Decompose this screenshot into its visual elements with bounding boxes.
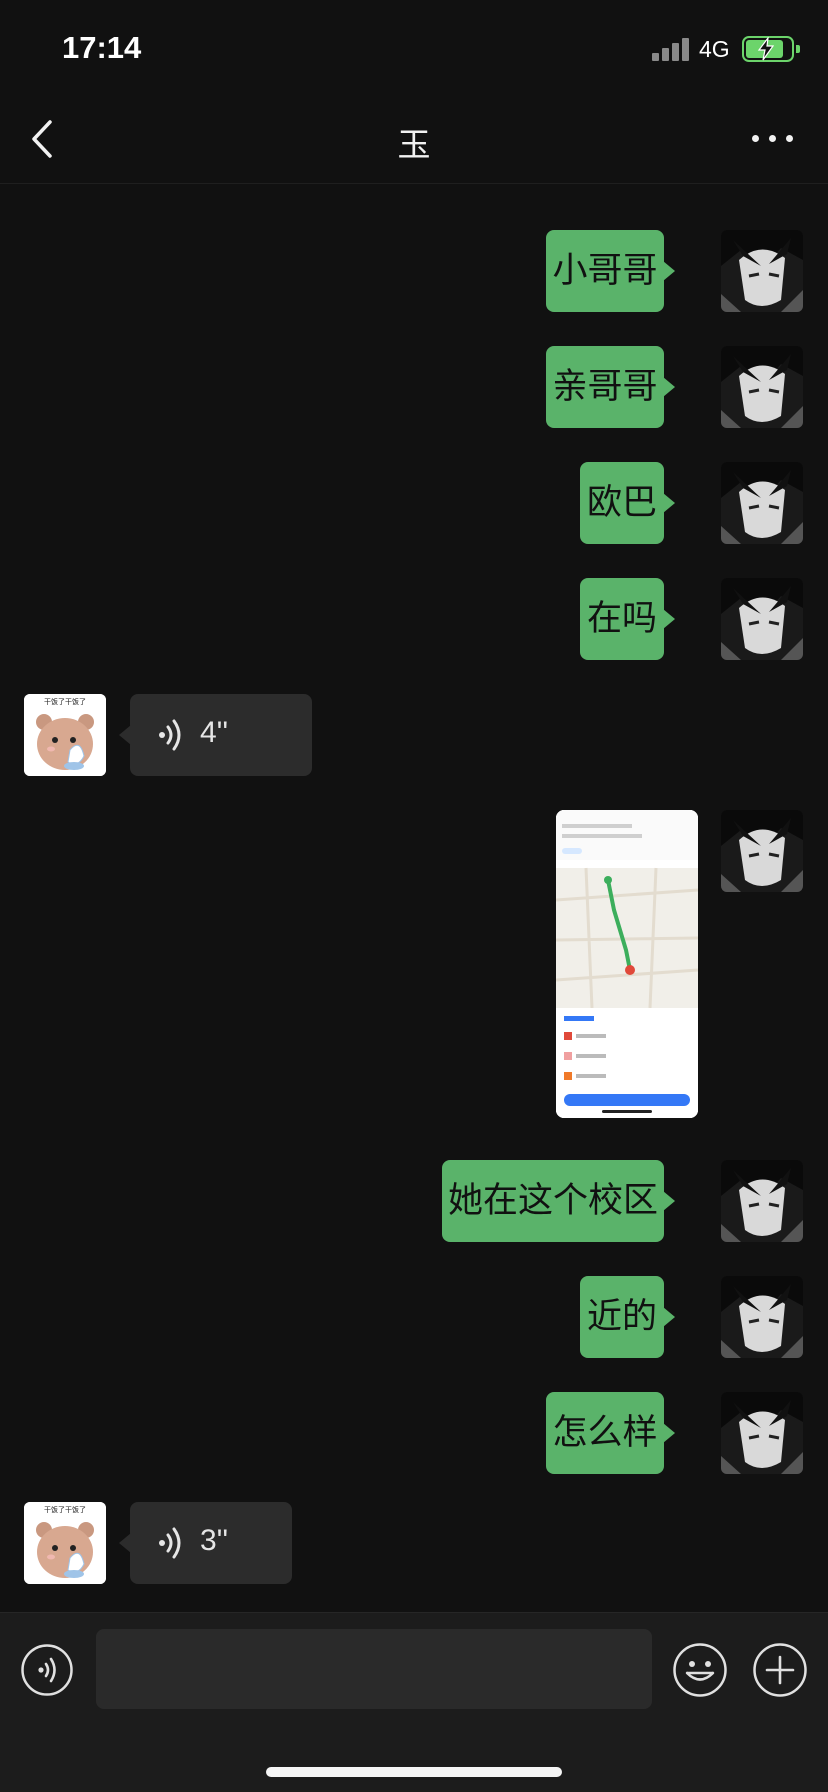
contact-avatar[interactable]: 干饭了干饭了 [24,1502,106,1584]
message-bubble[interactable]: 她在这个校区 [442,1160,675,1242]
contact-avatar[interactable]: 干饭了干饭了 [24,694,106,776]
anime-portrait-icon [721,346,803,428]
voice-toggle-button[interactable] [20,1643,74,1697]
message-bubble[interactable]: 近的 [580,1276,675,1358]
my-avatar[interactable] [721,810,803,892]
message-bubble[interactable]: 在吗 [580,578,675,660]
anime-portrait-icon [721,230,803,312]
plus-icon [753,1643,807,1697]
anime-portrait-icon [721,462,803,544]
voice-message[interactable]: 4'' [119,694,312,776]
status-time: 17:14 [62,30,142,65]
voice-icon [21,1644,73,1696]
voice-duration: 4'' [200,716,229,749]
svg-text:干饭了干饭了: 干饭了干饭了 [44,1505,86,1514]
network-type: 4G [699,36,730,62]
svg-text:干饭了干饭了: 干饭了干饭了 [44,697,86,706]
my-avatar[interactable] [721,1160,803,1242]
battery-icon [742,36,800,62]
chat-title: 玉 [397,125,431,164]
my-avatar[interactable] [721,230,803,312]
plus-button[interactable] [752,1642,808,1698]
map-screenshot-image [556,810,698,1118]
voice-message[interactable]: 3'' [119,1502,292,1584]
anime-portrait-icon [721,1392,803,1474]
voice-wave-icon [159,1527,181,1559]
input-bar [0,1612,828,1792]
chat-screen: 17:14 4G 玉 小哥哥 亲哥哥 欧巴 在吗 干饭了干饭了 4'' 她在这个… [0,0,828,1792]
message-input[interactable] [96,1629,652,1709]
bear-sticker-icon: 干饭了干饭了 [24,694,106,776]
anime-portrait-icon [721,1276,803,1358]
message-bubble[interactable]: 欧巴 [580,462,675,544]
voice-duration: 3'' [200,1524,229,1557]
my-avatar[interactable] [721,1276,803,1358]
more-button[interactable] [752,132,794,146]
message-list[interactable]: 小哥哥 亲哥哥 欧巴 在吗 干饭了干饭了 4'' 她在这个校区 近的 怎么样 干… [0,160,828,1612]
anime-portrait-icon [721,810,803,892]
voice-wave-icon [159,719,181,751]
anime-portrait-icon [721,1160,803,1242]
emoji-button[interactable] [672,1642,728,1698]
my-avatar[interactable] [721,462,803,544]
home-indicator[interactable] [266,1767,562,1777]
bear-sticker-icon: 干饭了干饭了 [24,1502,106,1584]
my-avatar[interactable] [721,346,803,428]
emoji-icon [673,1643,727,1697]
my-avatar[interactable] [721,578,803,660]
message-bubble[interactable]: 怎么样 [546,1392,675,1474]
nav-bar: 玉 [0,96,828,184]
my-avatar[interactable] [721,1392,803,1474]
anime-portrait-icon [721,578,803,660]
signal-icon [652,37,692,61]
status-bar: 17:14 4G [0,0,828,96]
message-bubble[interactable]: 亲哥哥 [546,346,675,428]
message-bubble[interactable]: 小哥哥 [546,230,675,312]
image-message[interactable] [556,810,698,1118]
